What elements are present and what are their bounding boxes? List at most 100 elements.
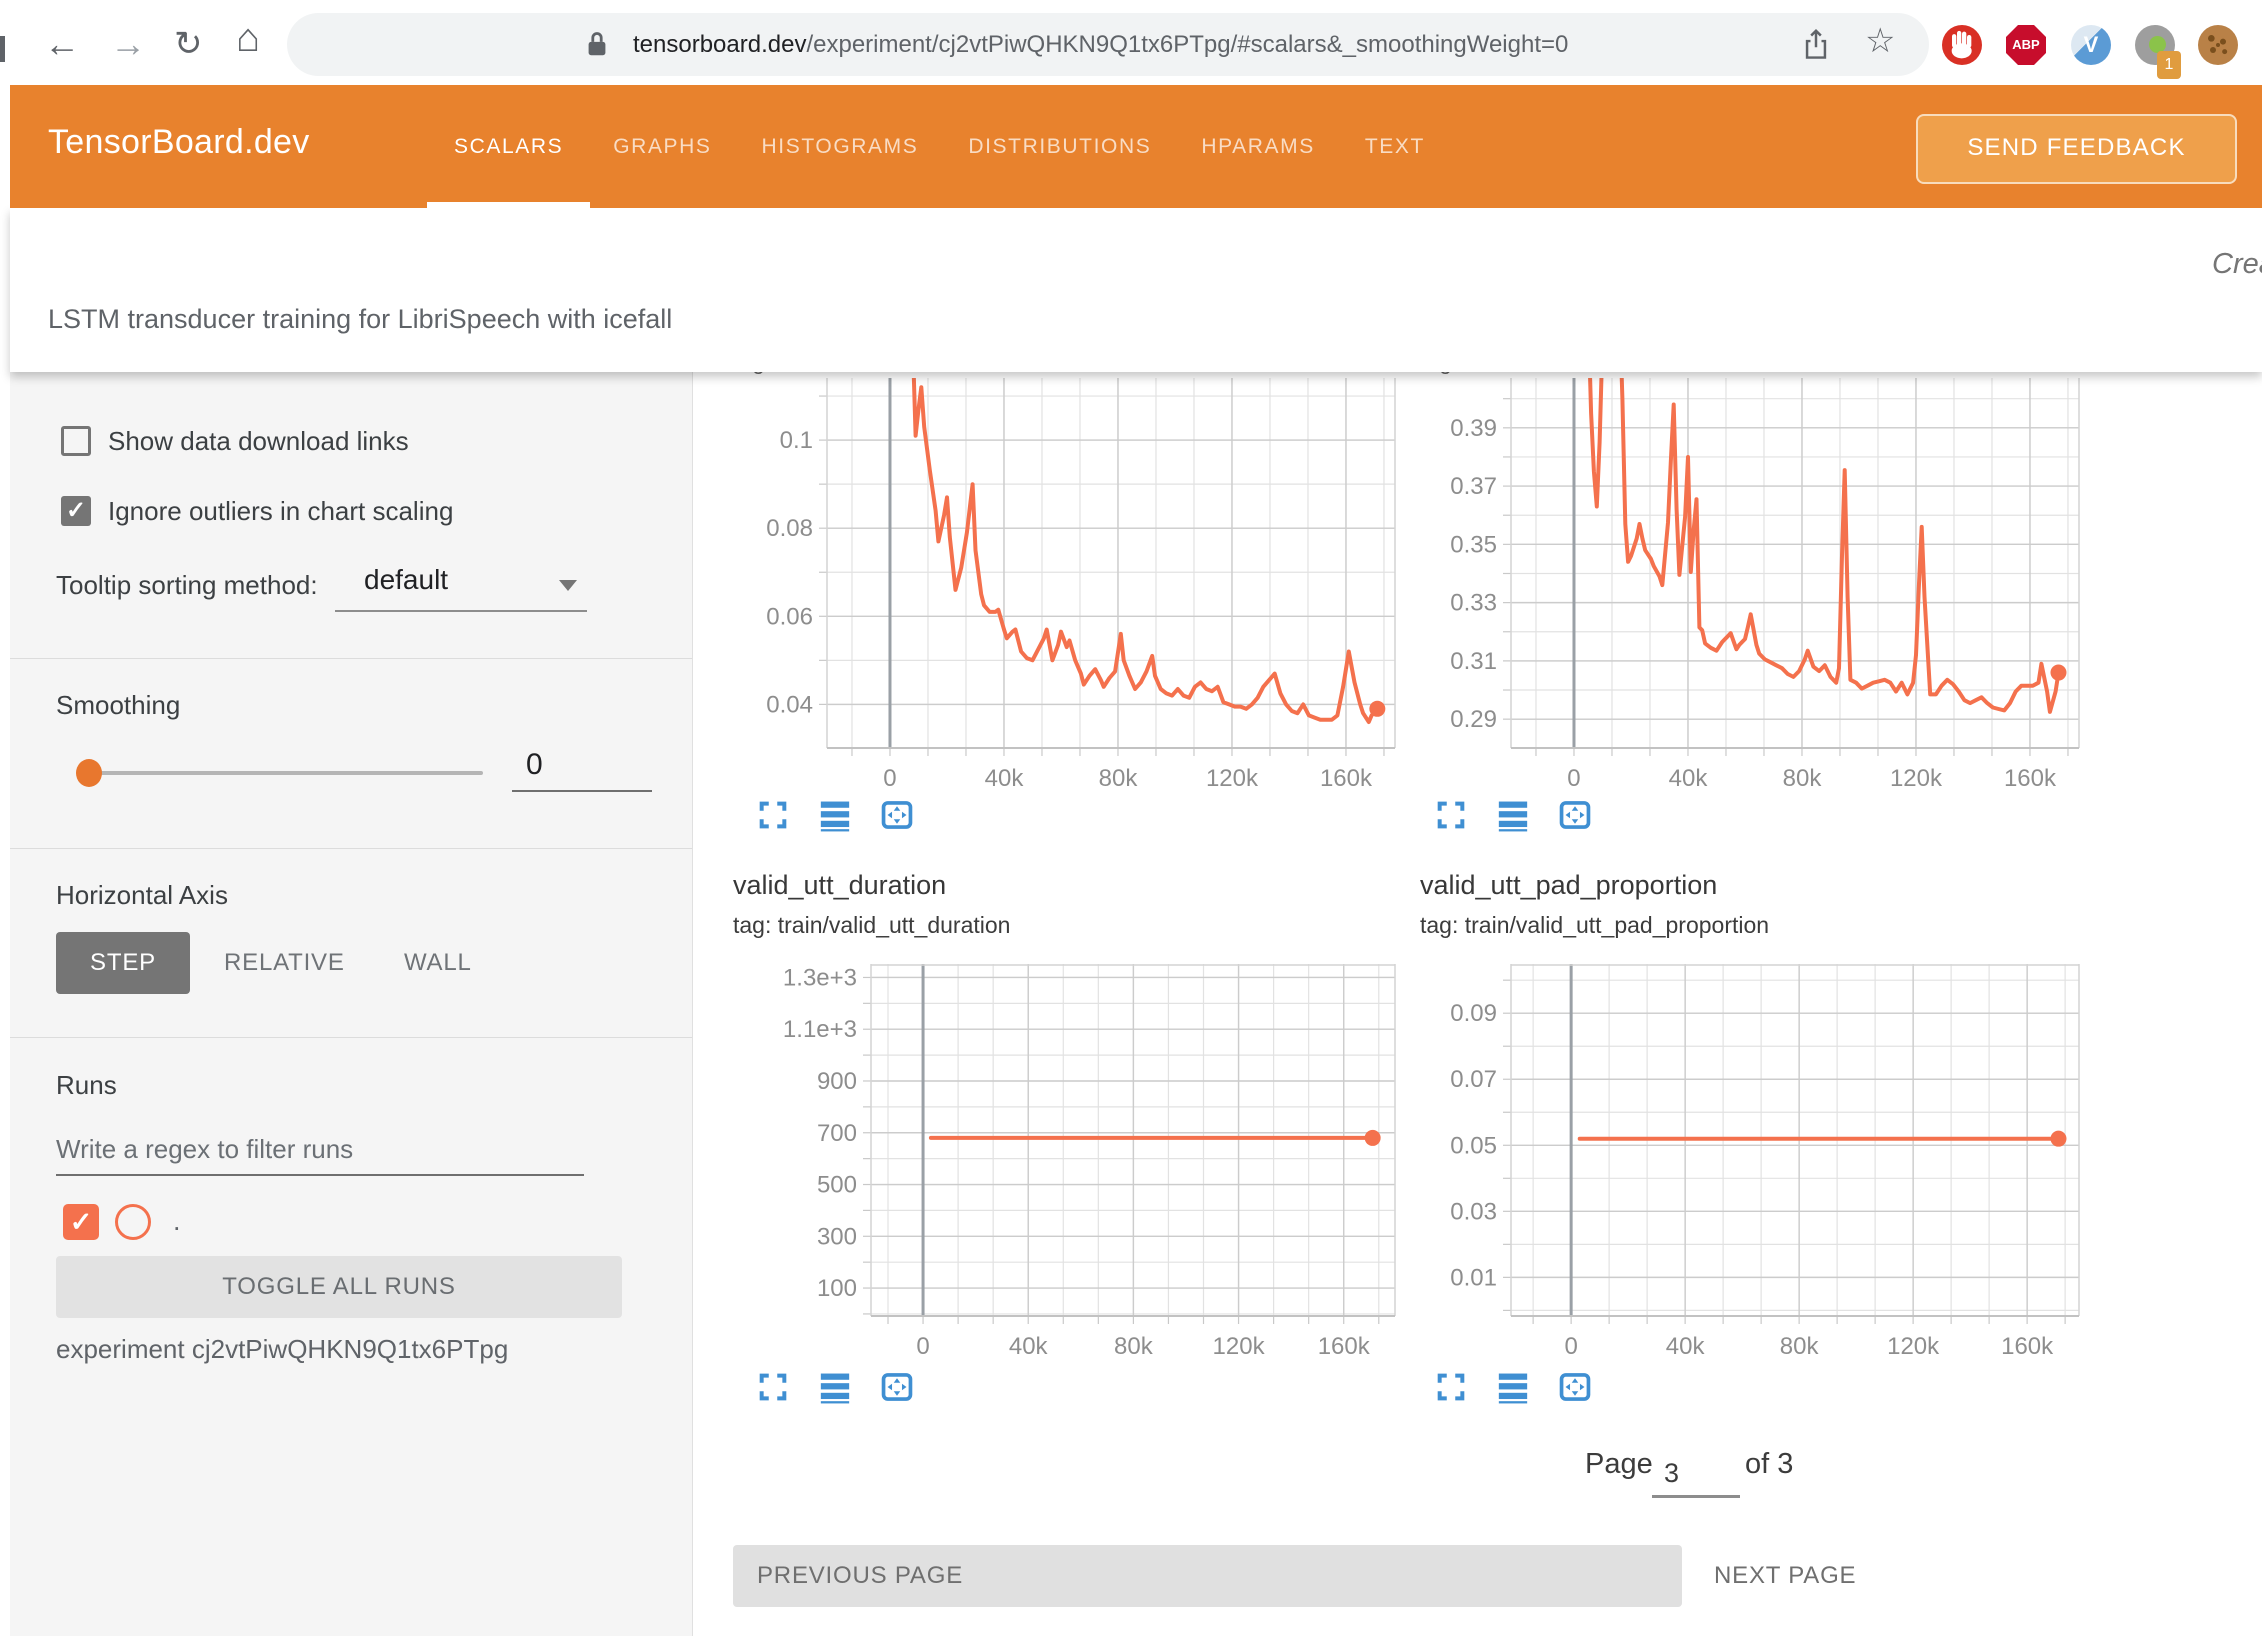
scalar-chart-plot[interactable]: 040k80k120k160k0.010.030.050.070.09 — [1411, 964, 2099, 1361]
fullscreen-icon[interactable] — [1434, 1370, 1468, 1404]
svg-text:120k: 120k — [1887, 1333, 1940, 1360]
url-text: tensorboard.dev/experiment/cj2vtPiwQHKN9… — [633, 13, 1568, 76]
profile-extension-icon[interactable]: 1 — [2135, 25, 2175, 65]
scalar-chart-plot[interactable]: 040k80k120k160k0.290.310.330.350.370.39 — [1411, 378, 2099, 793]
address-bar[interactable]: tensorboard.dev/experiment/cj2vtPiwQHKN9… — [287, 13, 1929, 76]
badge-count: 1 — [2165, 56, 2174, 73]
data-table-icon[interactable] — [818, 798, 852, 832]
tensorboard-page: ← → ↻ ⌂ tensorboard.dev/experiment/cj2vt… — [0, 0, 2262, 1636]
show-download-links-checkbox[interactable] — [61, 426, 91, 456]
fit-domain-icon[interactable] — [880, 1370, 914, 1404]
scalar-chart-plot[interactable]: 040k80k120k160k0.040.060.080.1 — [727, 378, 1415, 793]
adblock-extension-icon[interactable] — [1942, 25, 1982, 65]
share-icon[interactable] — [1802, 28, 1830, 61]
svg-text:1.3e+3: 1.3e+3 — [783, 964, 857, 991]
svg-text:0.05: 0.05 — [1450, 1132, 1497, 1159]
runs-label: Runs — [56, 1070, 117, 1101]
smoothing-value-input[interactable] — [512, 740, 652, 792]
svg-text:120k: 120k — [1890, 765, 1943, 792]
fullscreen-icon[interactable] — [756, 1370, 790, 1404]
horizontal-axis-label: Horizontal Axis — [56, 880, 228, 911]
tooltip-sorting-select[interactable]: default — [335, 562, 587, 612]
tab-hparams[interactable]: HPARAMS — [1201, 85, 1315, 208]
svg-text:0.09: 0.09 — [1450, 1000, 1497, 1027]
fit-domain-icon[interactable] — [1558, 798, 1592, 832]
tab-text[interactable]: TEXT — [1365, 85, 1425, 208]
run-checkbox[interactable]: ✓ — [63, 1204, 99, 1240]
next-page-button[interactable]: NEXT PAGE — [1714, 1545, 1856, 1607]
abp-extension-icon[interactable]: ABP — [2006, 25, 2046, 65]
smoothing-slider-handle[interactable] — [76, 759, 102, 787]
url-path: /experiment/cj2vtPiwQHKN9Q1tx6PTpg/#scal… — [806, 31, 1568, 58]
svg-text:0: 0 — [916, 1333, 929, 1360]
svg-text:0.08: 0.08 — [766, 515, 813, 542]
tensorboard-logo: TensorBoard.dev — [48, 123, 310, 162]
browser-forward-button[interactable]: → — [110, 24, 146, 64]
run-name: . — [173, 1206, 181, 1237]
abp-label: ABP — [2012, 37, 2039, 52]
previous-page-button[interactable]: PREVIOUS PAGE — [733, 1545, 1682, 1607]
svg-text:0.33: 0.33 — [1450, 590, 1497, 617]
svg-text:0.06: 0.06 — [766, 603, 813, 630]
tooltip-sorting-value: default — [364, 564, 448, 596]
browser-reload-button[interactable]: ↻ — [174, 24, 203, 64]
ignore-outliers-checkbox[interactable]: ✓ — [61, 496, 91, 526]
browser-home-button[interactable]: ⌂ — [236, 18, 260, 58]
divider — [10, 848, 692, 849]
svg-text:80k: 80k — [1783, 765, 1823, 792]
svg-text:500: 500 — [817, 1172, 857, 1199]
data-table-icon[interactable] — [1496, 1370, 1530, 1404]
svg-text:0.35: 0.35 — [1450, 531, 1497, 558]
page-label: Page — [1585, 1448, 1653, 1481]
svg-text:40k: 40k — [1669, 765, 1709, 792]
browser-back-button[interactable]: ← — [44, 24, 80, 64]
v-extension-icon[interactable]: V — [2071, 25, 2111, 65]
chart-tag: tag: train/valid_utt_duration — [733, 912, 1010, 939]
cookie-extension-icon[interactable] — [2198, 25, 2238, 65]
chart-toolbar — [1434, 798, 1592, 832]
tensorboard-header: TensorBoard.dev SCALARS GRAPHS HISTOGRAM… — [10, 85, 2262, 208]
svg-text:0: 0 — [1564, 1333, 1577, 1360]
fullscreen-icon[interactable] — [1434, 798, 1468, 832]
run-regex-input[interactable] — [56, 1124, 584, 1176]
send-feedback-button[interactable]: SEND FEEDBACK — [1916, 114, 2237, 184]
axis-wall-button[interactable]: WALL — [404, 932, 472, 994]
divider — [10, 658, 692, 659]
url-domain: tensorboard.dev — [633, 31, 806, 58]
smoothing-slider[interactable] — [87, 771, 483, 775]
svg-text:0.31: 0.31 — [1450, 648, 1497, 675]
chart-tag: tag: train/valid_utt_pad_proportion — [1420, 912, 1769, 939]
svg-text:40k: 40k — [985, 765, 1025, 792]
experiment-id-text: experiment cj2vtPiwQHKN9Q1tx6PTpg — [56, 1334, 508, 1365]
page-number-input[interactable] — [1652, 1458, 1740, 1498]
svg-text:0.07: 0.07 — [1450, 1066, 1497, 1093]
axis-step-button[interactable]: STEP — [56, 932, 190, 994]
tooltip-sorting-label: Tooltip sorting method: — [56, 570, 318, 601]
fit-domain-icon[interactable] — [880, 798, 914, 832]
settings-sidebar: Show data download links ✓ Ignore outlie… — [10, 372, 693, 1636]
tab-graphs[interactable]: GRAPHS — [613, 85, 711, 208]
tab-distributions[interactable]: DISTRIBUTIONS — [968, 85, 1151, 208]
scalar-chart-plot[interactable]: 040k80k120k160k1003005007009001.1e+31.3e… — [771, 964, 1415, 1361]
chart-toolbar — [1434, 1370, 1592, 1404]
data-table-icon[interactable] — [1496, 798, 1530, 832]
tab-scalars[interactable]: SCALARS — [454, 85, 563, 208]
fit-domain-icon[interactable] — [1558, 1370, 1592, 1404]
svg-text:1.1e+3: 1.1e+3 — [783, 1016, 857, 1043]
divider — [10, 1037, 692, 1038]
fullscreen-icon[interactable] — [756, 798, 790, 832]
svg-text:80k: 80k — [1099, 765, 1139, 792]
chart-toolbar — [756, 1370, 914, 1404]
bookmark-star-icon[interactable]: ☆ — [1865, 21, 1895, 61]
tab-histograms[interactable]: HISTOGRAMS — [762, 85, 919, 208]
data-table-icon[interactable] — [818, 1370, 852, 1404]
svg-text:40k: 40k — [1009, 1333, 1049, 1360]
toggle-all-runs-button[interactable]: TOGGLE ALL RUNS — [56, 1256, 622, 1318]
main-nav: SCALARS GRAPHS HISTOGRAMS DISTRIBUTIONS … — [454, 85, 1425, 208]
svg-text:900: 900 — [817, 1068, 857, 1095]
browser-chrome: ← → ↻ ⌂ tensorboard.dev/experiment/cj2vt… — [0, 0, 2262, 85]
svg-text:120k: 120k — [1206, 765, 1259, 792]
axis-relative-button[interactable]: RELATIVE — [224, 932, 345, 994]
svg-text:160k: 160k — [2001, 1333, 2054, 1360]
svg-text:80k: 80k — [1114, 1333, 1154, 1360]
